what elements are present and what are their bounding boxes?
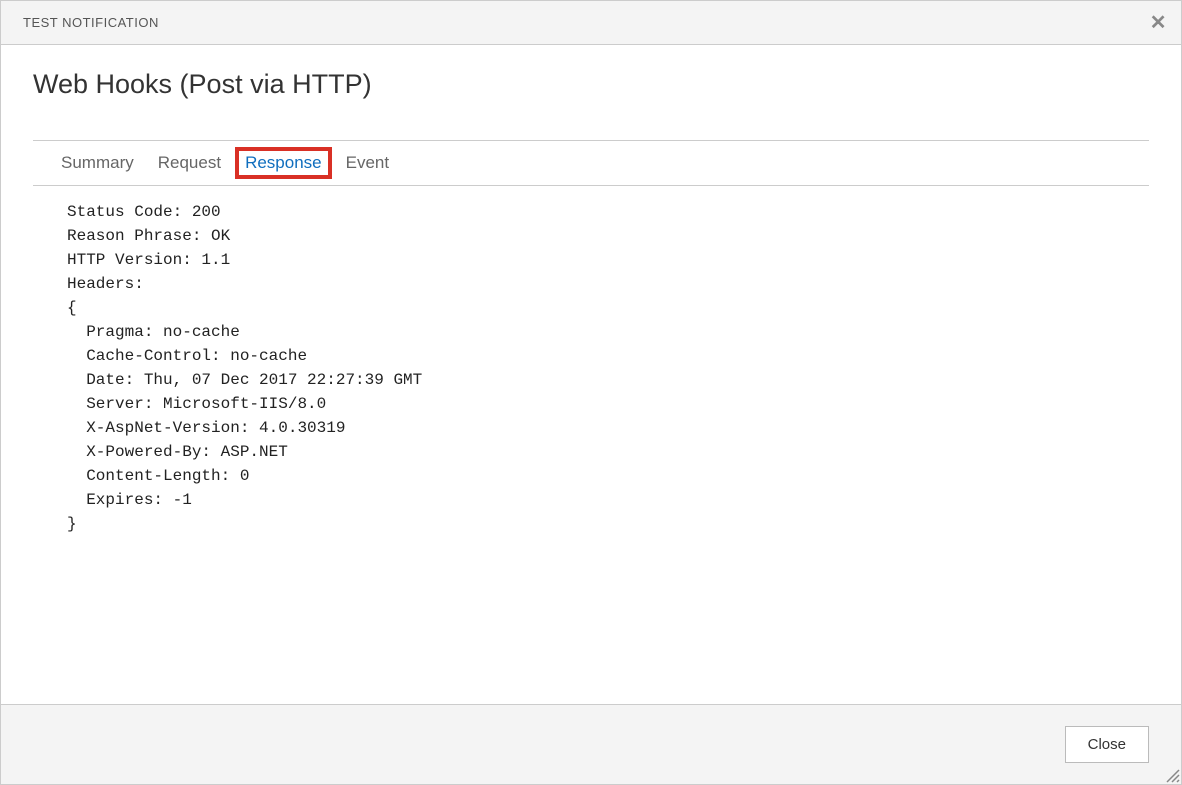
close-icon[interactable]: ✕ — [1150, 13, 1167, 33]
dialog-title: TEST NOTIFICATION — [23, 15, 159, 30]
dialog-header: TEST NOTIFICATION ✕ — [1, 1, 1181, 45]
tab-bar: Summary Request Response Event — [33, 141, 1149, 186]
close-button[interactable]: Close — [1065, 726, 1149, 763]
tab-response[interactable]: Response — [241, 153, 326, 173]
tab-event[interactable]: Event — [346, 153, 389, 173]
dialog-content: Web Hooks (Post via HTTP) Summary Reques… — [1, 45, 1181, 550]
tab-summary[interactable]: Summary — [61, 153, 134, 173]
tab-request[interactable]: Request — [158, 153, 221, 173]
dialog-footer: Close — [1, 704, 1181, 784]
response-body: Status Code: 200 Reason Phrase: OK HTTP … — [33, 186, 1149, 550]
page-title: Web Hooks (Post via HTTP) — [33, 69, 1149, 100]
